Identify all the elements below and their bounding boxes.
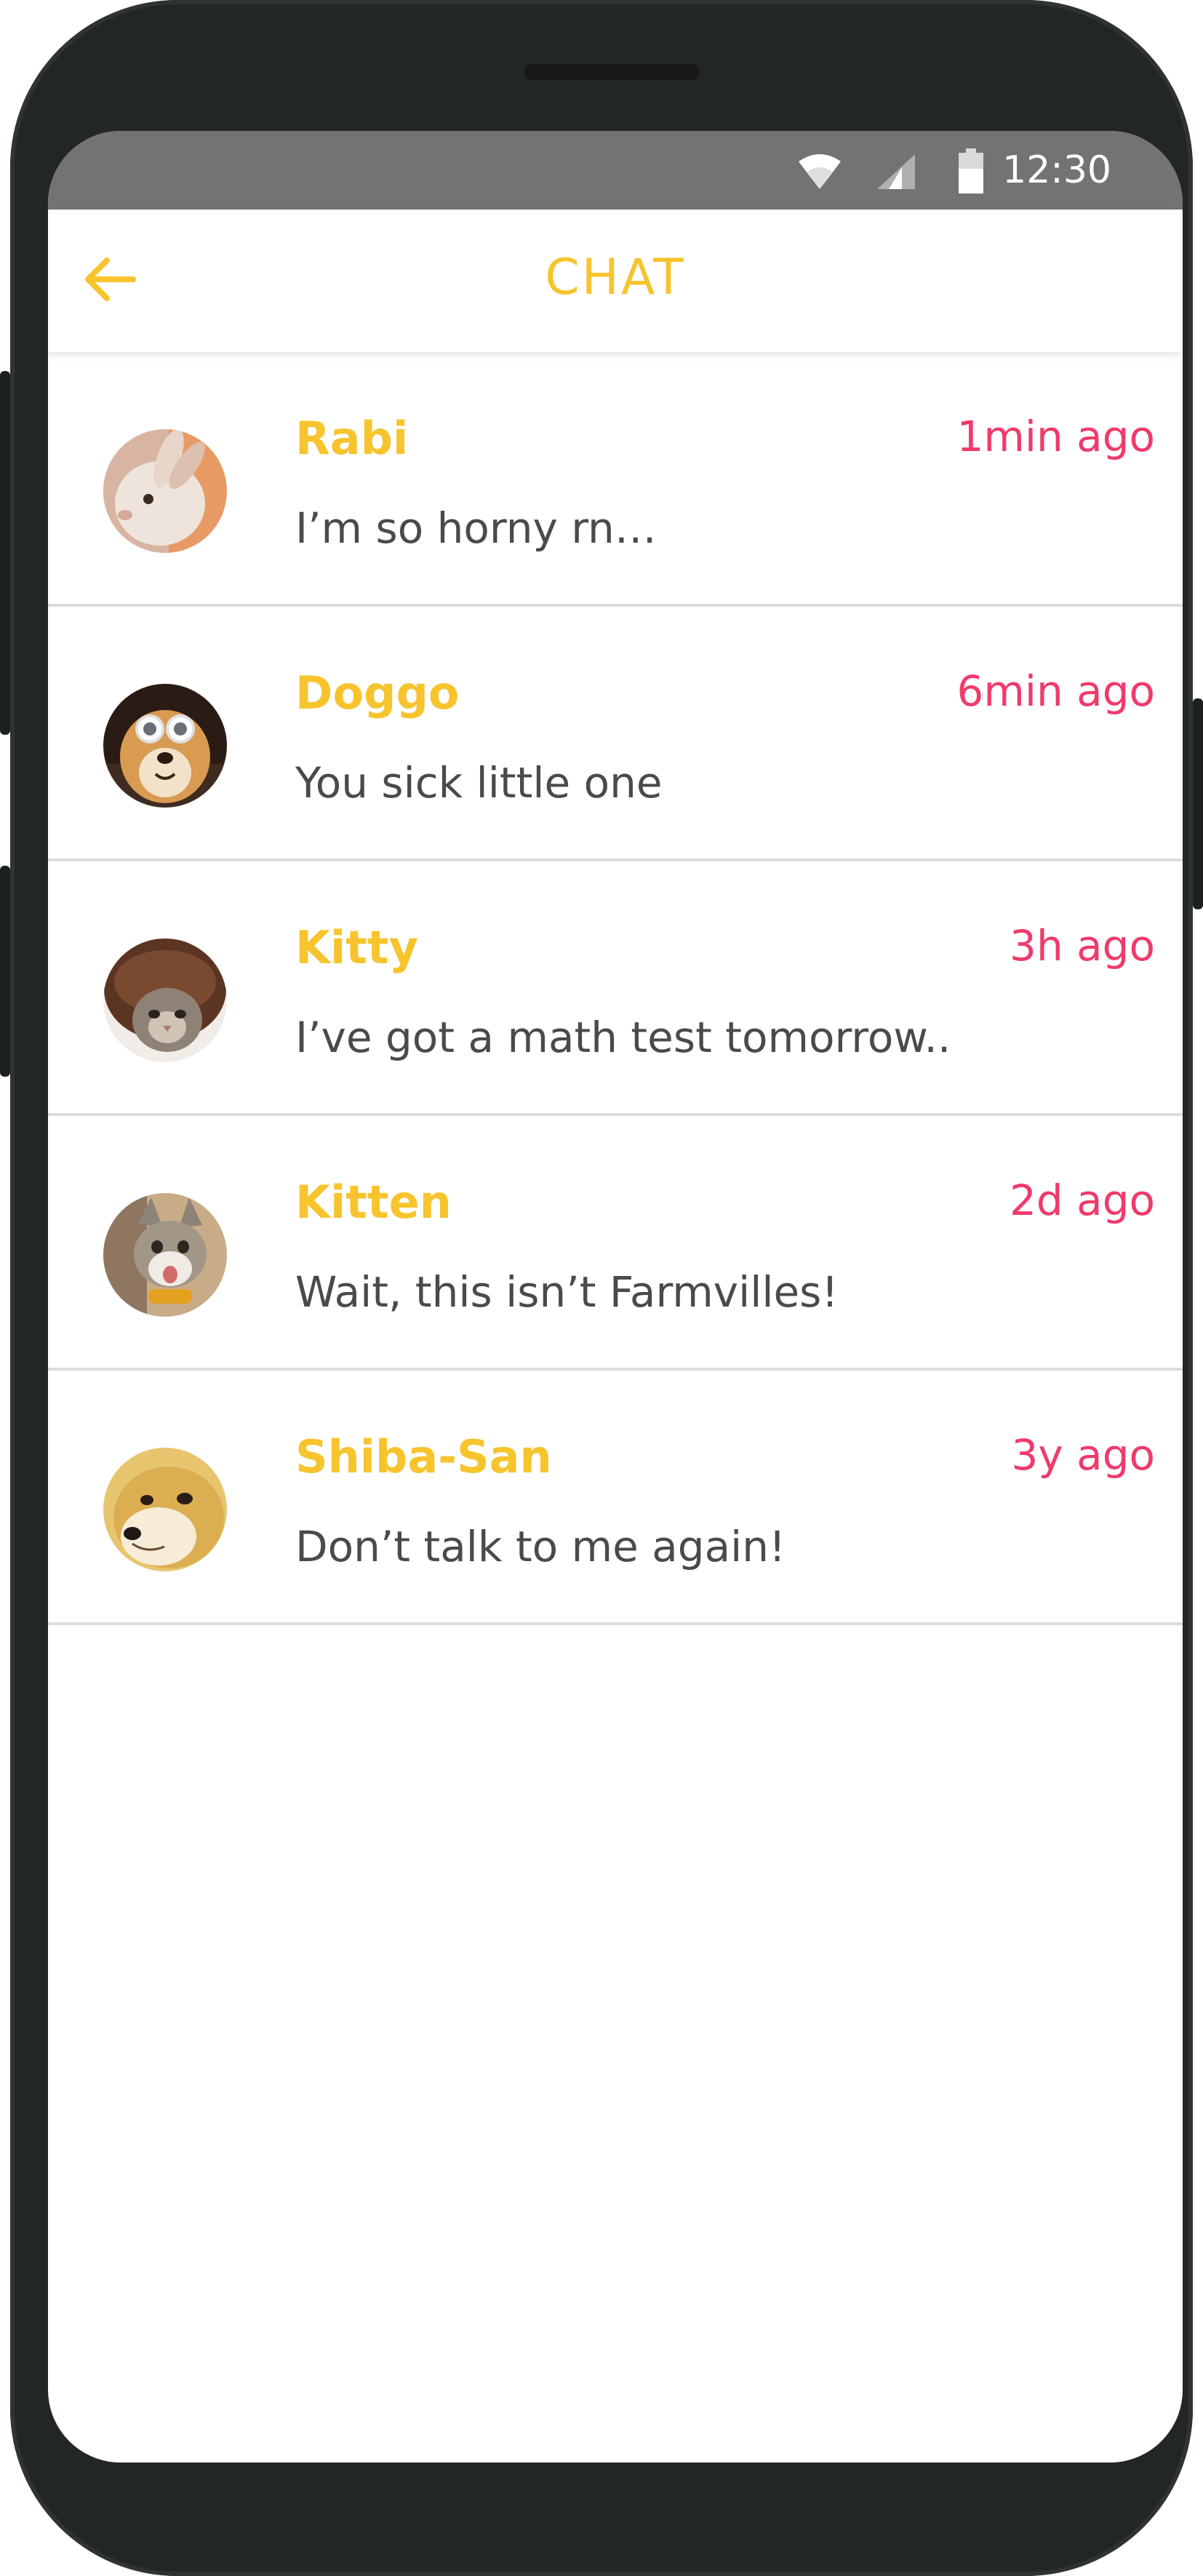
chat-name: Kitty xyxy=(295,921,418,974)
chat-preview: Wait, this isn’t Farmvilles! xyxy=(295,1267,839,1317)
wifi-icon xyxy=(797,153,842,194)
chat-preview: Don’t talk to me again! xyxy=(295,1522,786,1571)
dog-sunglasses-avatar xyxy=(103,684,227,808)
chat-item-shiba-san[interactable]: Shiba-San 3y ago Don’t talk to me again! xyxy=(48,1371,1183,1625)
page-title: CHAT xyxy=(545,249,686,306)
battery-icon xyxy=(959,148,983,196)
rabbit-avatar xyxy=(103,429,227,553)
cat-in-hat-avatar xyxy=(103,938,227,1062)
signal-icon xyxy=(876,153,916,194)
chat-preview: I’m so horny rn… xyxy=(295,503,657,553)
chat-timestamp: 1min ago xyxy=(956,412,1155,461)
app-bar: CHAT xyxy=(48,210,1183,352)
chat-name: Kitten xyxy=(295,1176,452,1229)
chat-timestamp: 3y ago xyxy=(1011,1430,1155,1480)
chat-item-kitten[interactable]: Kitten 2d ago Wait, this isn’t Farmville… xyxy=(48,1116,1183,1371)
shiba-avatar xyxy=(103,1448,227,1571)
chat-timestamp: 2d ago xyxy=(1010,1176,1155,1225)
chat-name: Doggo xyxy=(295,666,460,719)
chat-preview: You sick little one xyxy=(295,758,663,808)
chat-item-doggo[interactable]: Doggo 6min ago You sick little one xyxy=(48,607,1183,861)
chat-name: Rabi xyxy=(295,412,409,465)
phone-frame: 12:30 CHAT Rabi 1min ago I’m so horny rn… xyxy=(0,0,1203,2576)
status-bar: 12:30 xyxy=(48,131,1183,210)
chat-preview: I’ve got a math test tomorrow.. xyxy=(295,1013,951,1062)
chat-name: Shiba-San xyxy=(295,1430,552,1483)
earpiece-speaker xyxy=(524,64,699,80)
screen: 12:30 CHAT Rabi 1min ago I’m so horny rn… xyxy=(48,131,1183,2463)
chat-item-rabi[interactable]: Rabi 1min ago I’m so horny rn… xyxy=(48,352,1183,607)
power-button-right xyxy=(1193,698,1203,909)
chat-list: Rabi 1min ago I’m so horny rn… Doggo 6mi… xyxy=(48,352,1183,1625)
chat-timestamp: 3h ago xyxy=(1010,921,1155,970)
status-time: 12:30 xyxy=(1002,148,1111,192)
power-button-left xyxy=(0,866,10,1077)
kitten-avatar xyxy=(103,1193,227,1317)
chat-timestamp: 6min ago xyxy=(956,666,1155,716)
volume-button xyxy=(0,371,10,735)
chat-item-kitty[interactable]: Kitty 3h ago I’ve got a math test tomorr… xyxy=(48,861,1183,1116)
